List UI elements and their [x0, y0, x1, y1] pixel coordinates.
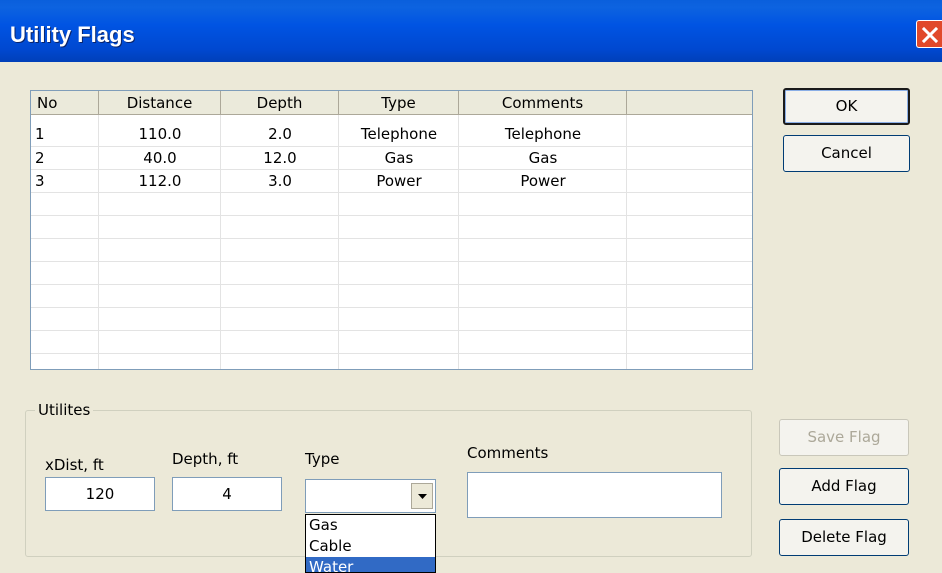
cell-depth: 2.0	[268, 125, 292, 143]
window-title: Utility Flags	[10, 22, 135, 47]
cell-comments: Power	[520, 172, 566, 190]
column-header-distance[interactable]: Distance	[99, 91, 221, 115]
grid-line	[31, 353, 752, 354]
cell-no: 3	[35, 172, 45, 190]
close-button[interactable]	[916, 20, 942, 48]
chevron-down-icon	[418, 494, 427, 499]
column-header-no[interactable]: No	[31, 91, 99, 115]
cell-depth: 3.0	[268, 172, 292, 190]
add-flag-button[interactable]: Add Flag	[779, 468, 909, 505]
grid-line	[31, 330, 752, 331]
column-header-type[interactable]: Type	[339, 91, 459, 115]
cell-type: Power	[376, 172, 422, 190]
column-header-comments[interactable]: Comments	[459, 91, 627, 115]
xdist-input[interactable]: 120	[45, 477, 155, 511]
cell-depth: 12.0	[263, 149, 297, 167]
type-dropdown-list[interactable]: Gas Cable Water	[305, 514, 436, 573]
comments-label: Comments	[467, 444, 549, 462]
title-bar[interactable]: Utility Flags	[0, 0, 942, 62]
cell-comments: Gas	[528, 149, 558, 167]
cell-type: Gas	[384, 149, 414, 167]
close-icon	[921, 26, 939, 44]
cell-distance: 110.0	[138, 125, 182, 143]
cell-comments: Telephone	[504, 125, 582, 143]
cell-type: Telephone	[360, 125, 438, 143]
grid-line	[31, 215, 752, 216]
comments-input[interactable]	[467, 472, 722, 518]
cell-no: 1	[35, 125, 45, 143]
type-label: Type	[305, 450, 340, 468]
grid-line	[31, 284, 752, 285]
dropdown-option-gas[interactable]: Gas	[306, 515, 435, 536]
column-header-depth[interactable]: Depth	[221, 91, 339, 115]
cell-no: 2	[35, 149, 45, 167]
grid-line	[31, 307, 752, 308]
type-dropdown-button[interactable]	[411, 483, 433, 509]
depth-label: Depth, ft	[172, 450, 239, 468]
depth-input[interactable]: 4	[172, 477, 282, 511]
ok-button[interactable]: OK	[783, 88, 910, 125]
save-flag-button[interactable]: Save Flag	[779, 419, 909, 456]
grid-line	[31, 261, 752, 262]
dropdown-option-cable[interactable]: Cable	[306, 536, 435, 557]
xdist-label: xDist, ft	[45, 456, 104, 474]
cancel-button[interactable]: Cancel	[783, 135, 910, 172]
delete-flag-button[interactable]: Delete Flag	[779, 519, 909, 556]
flags-table[interactable]: No Distance Depth Type Comments 1 110.0 …	[30, 90, 753, 370]
cell-distance: 112.0	[138, 172, 182, 190]
cell-distance: 40.0	[143, 149, 177, 167]
utilities-group-label: Utilites	[35, 400, 94, 420]
column-header-extra[interactable]	[627, 91, 752, 115]
dropdown-option-water[interactable]: Water	[306, 557, 435, 572]
grid-line	[31, 238, 752, 239]
type-combobox[interactable]	[305, 479, 436, 513]
